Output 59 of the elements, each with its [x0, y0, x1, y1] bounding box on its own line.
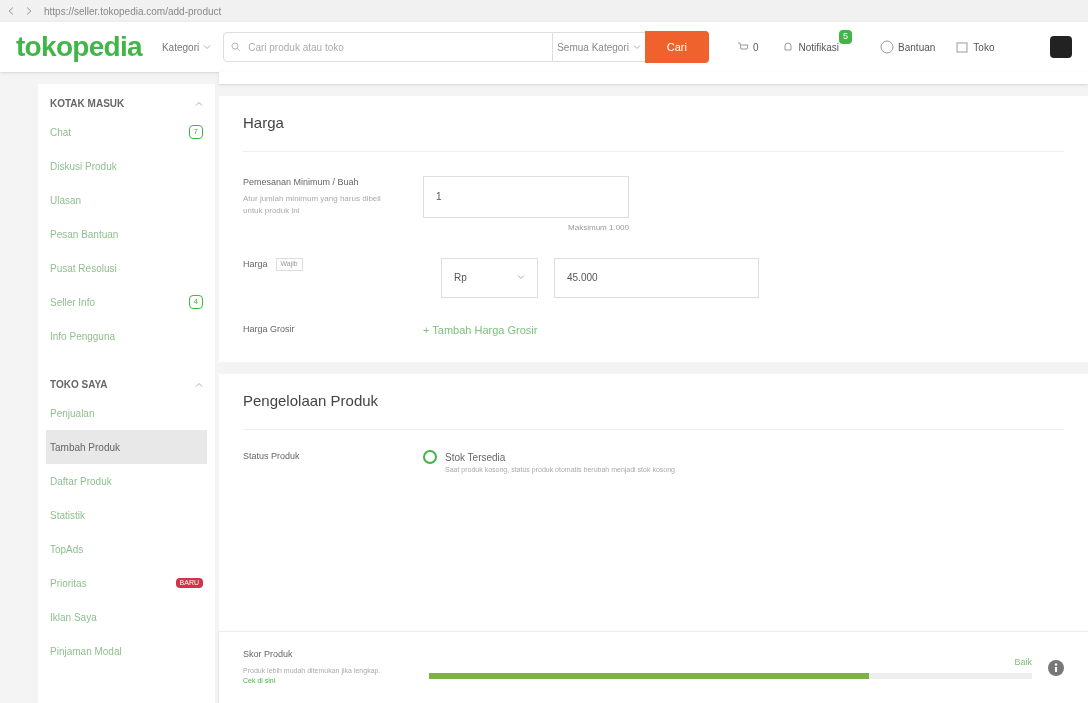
sidebar-item[interactable]: Tambah Produk	[46, 430, 207, 464]
radio-label: Stok Tersedia	[445, 450, 507, 465]
notification-badge: 5	[839, 30, 853, 44]
sidebar-item[interactable]: Pinjaman Modal	[46, 634, 207, 668]
chevron-icon	[203, 44, 212, 50]
sidebar-item[interactable]: Pesan Bantuan	[46, 217, 207, 251]
back-icon[interactable]	[8, 7, 14, 15]
sidebar-item[interactable]: Daftar Produk	[46, 464, 207, 498]
field-label: Harga Grosir	[243, 323, 296, 336]
score-rating: Baik	[1014, 655, 1032, 669]
sidebar-item[interactable]: Pusat Resolusi	[46, 251, 207, 285]
shop-link[interactable]: Toko	[955, 39, 995, 55]
cart-icon	[736, 41, 749, 53]
collapse-icon[interactable]	[195, 101, 203, 106]
sidebar-item[interactable]: Chat 7	[46, 115, 207, 149]
search-field[interactable]: Cari produk atau toko	[223, 32, 554, 62]
count-badge: 4	[188, 295, 203, 309]
scope-dropdown[interactable]: Semua Kategori	[553, 32, 645, 62]
shop-icon	[955, 40, 970, 54]
sidebar-item[interactable]: Ulasan	[46, 183, 207, 217]
field-label: Pemesanan Minimum / Buah	[243, 175, 360, 189]
sidebar-item[interactable]: TopAds	[46, 532, 207, 566]
search-button[interactable]: Cari	[644, 31, 709, 63]
card-title: Pengelolaan Produk	[243, 374, 1064, 430]
add-wholesale-link[interactable]: + Tambah Harga Grosir	[423, 321, 538, 338]
radio-button[interactable]	[423, 449, 437, 464]
sidebar-item[interactable]: Penjualan	[46, 396, 207, 430]
sidebar-item[interactable]: Info Pengguna	[46, 319, 207, 353]
field-label: Harga	[243, 257, 268, 271]
card-title: Harga	[243, 96, 1064, 152]
count-badge: 7	[188, 125, 203, 139]
logo[interactable]: tokopedia	[16, 26, 142, 68]
notifications-link[interactable]: Notifikasi	[782, 39, 840, 55]
info-icon[interactable]	[1048, 659, 1064, 676]
sidebar-item[interactable]: Diskusi Produk	[46, 149, 207, 183]
address-field[interactable]: https://seller.tokopedia.com/add-product	[44, 3, 222, 19]
chevron-icon	[632, 44, 641, 50]
help-link[interactable]: Bantuan	[880, 39, 936, 55]
avatar[interactable]	[1050, 36, 1072, 58]
sidebar-item[interactable]: Statistik	[46, 498, 207, 532]
section-title: TOKO SAYA	[50, 378, 108, 392]
chevron-icon	[517, 275, 525, 280]
score-label: Skor Produk	[243, 648, 294, 662]
field-help: Atur jumlah minimum yang harus dibeli untuk produk ini	[243, 193, 382, 217]
bell-icon	[782, 41, 795, 53]
collapse-icon[interactable]	[195, 382, 203, 387]
currency-select[interactable]: Rp	[441, 257, 538, 298]
category-menu[interactable]: Kategori	[161, 39, 212, 55]
cart-count[interactable]: 0	[736, 39, 759, 55]
price-field[interactable]: 45.000	[554, 257, 759, 298]
min-order-field[interactable]: 1	[423, 175, 629, 218]
search-icon	[231, 42, 242, 52]
section-title: KOTAK MASUK	[50, 97, 125, 111]
forward-icon[interactable]	[26, 7, 32, 15]
field-label: Status Produk	[243, 449, 301, 463]
field-hint: Maksimum 1.000	[568, 221, 629, 234]
help-icon	[880, 40, 895, 54]
sidebar-item[interactable]: Iklan Saya	[46, 600, 207, 634]
sidebar-item[interactable]: Seller Info 4	[46, 285, 207, 319]
